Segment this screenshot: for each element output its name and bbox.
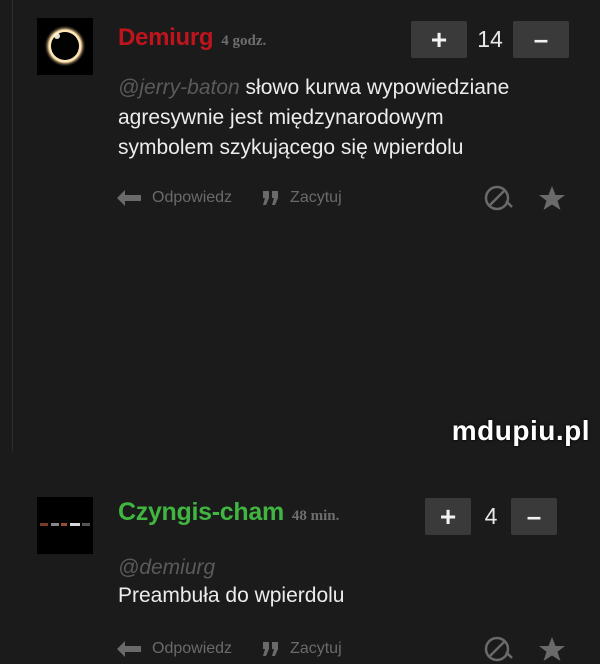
quote-button[interactable]: Zacytuj bbox=[262, 189, 342, 207]
reply-button[interactable]: Odpowiedz bbox=[116, 189, 232, 207]
vote-widget: + 4 – bbox=[425, 498, 557, 535]
reply-arrow-icon bbox=[117, 190, 141, 206]
reply-label: Odpowiedz bbox=[152, 640, 233, 657]
thread-line bbox=[12, 0, 13, 451]
quote-label: Zacytuj bbox=[290, 640, 342, 657]
body-line: symbolem szykującego się wpierdolu bbox=[118, 136, 464, 159]
body-line: Preambuła do wpierdolu bbox=[118, 584, 345, 607]
comment-extra-actions bbox=[484, 634, 566, 664]
vote-widget: + 14 – bbox=[411, 21, 569, 58]
comment-extra-actions bbox=[484, 183, 566, 213]
vote-count: 14 bbox=[477, 26, 503, 52]
downvote-button[interactable]: – bbox=[511, 498, 557, 535]
star-icon[interactable] bbox=[538, 636, 566, 662]
solar-eclipse-icon bbox=[37, 18, 93, 75]
quote-label: Zacytuj bbox=[290, 189, 342, 206]
author-name[interactable]: Demiurg bbox=[118, 24, 214, 52]
quote-button[interactable]: Zacytuj bbox=[262, 640, 342, 658]
pixel-figure-icon bbox=[37, 497, 93, 554]
site-watermark: mdupiu.pl bbox=[451, 415, 590, 446]
comment-actions: Odpowiedz Zacytuj bbox=[116, 634, 576, 664]
comment-time: 4 godz. bbox=[221, 33, 267, 49]
reply-label: Odpowiedz bbox=[152, 189, 233, 206]
upvote-button[interactable]: + bbox=[425, 498, 471, 535]
author-line: Czyngis-cham 48 min. bbox=[118, 498, 339, 527]
quote-icon bbox=[263, 191, 279, 205]
reply-mention[interactable]: @demiurg bbox=[118, 556, 215, 580]
author-name[interactable]: Czyngis-cham bbox=[118, 498, 284, 527]
quote-icon bbox=[263, 642, 279, 656]
downvote-button[interactable]: – bbox=[513, 21, 569, 58]
vote-count: 4 bbox=[484, 503, 498, 529]
avatar[interactable] bbox=[37, 497, 93, 554]
report-icon[interactable] bbox=[484, 636, 514, 662]
upvote-button[interactable]: + bbox=[411, 21, 467, 58]
reply-button[interactable]: Odpowiedz bbox=[116, 640, 232, 658]
reply-mention[interactable]: @jerry-baton bbox=[118, 76, 240, 99]
report-icon[interactable] bbox=[484, 185, 514, 211]
body-line: słowo kurwa wypowiedziane bbox=[245, 76, 510, 99]
body-line: agresywnie jest międzynarodowym bbox=[118, 106, 444, 129]
comment-actions: Odpowiedz Zacytuj bbox=[116, 183, 576, 213]
comment-body: @jerry-baton słowo kurwa wypowiedziane a… bbox=[118, 73, 578, 163]
comment-time: 48 min. bbox=[291, 508, 340, 524]
comment-body: Preambuła do wpierdolu bbox=[118, 581, 344, 611]
star-icon[interactable] bbox=[538, 185, 566, 211]
reply-arrow-icon bbox=[117, 641, 141, 657]
author-line: Demiurg 4 godz. bbox=[118, 24, 266, 52]
avatar[interactable] bbox=[37, 18, 93, 75]
